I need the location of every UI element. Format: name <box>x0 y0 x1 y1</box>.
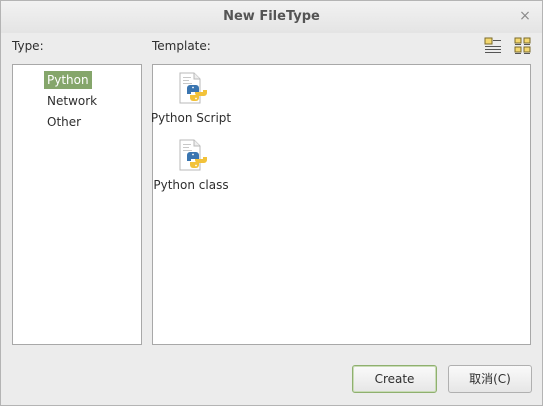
new-filetype-dialog: New FileType × Type: Template: Python Ne… <box>0 0 543 406</box>
type-item-python[interactable]: Python <box>44 71 92 89</box>
list-view-icon <box>514 37 531 54</box>
template-list[interactable]: Python Script Python class <box>151 64 531 345</box>
icon-view-icon <box>484 37 501 53</box>
python-file-icon <box>179 139 207 171</box>
create-button[interactable]: Create <box>352 365 437 393</box>
template-label-python-script: Python Script <box>150 111 232 125</box>
type-list[interactable]: Python Network Other <box>12 64 142 345</box>
template-label-python-class: Python class <box>153 178 229 192</box>
type-label: Type: <box>12 39 44 53</box>
template-label: Template: <box>152 39 211 53</box>
template-item-python-class[interactable]: Python class <box>146 138 236 192</box>
type-item-other[interactable]: Other <box>44 113 84 131</box>
python-file-icon <box>179 72 207 104</box>
list-view-button[interactable] <box>513 36 533 56</box>
dialog-title: New FileType <box>223 9 320 24</box>
title-bar[interactable]: New FileType × <box>1 1 542 33</box>
template-item-python-script[interactable]: Python Script <box>146 71 236 125</box>
cancel-button[interactable]: 取消(C) <box>448 365 532 393</box>
icon-view-button[interactable] <box>483 36 503 56</box>
type-item-network[interactable]: Network <box>44 92 100 110</box>
close-icon[interactable]: × <box>517 8 533 24</box>
